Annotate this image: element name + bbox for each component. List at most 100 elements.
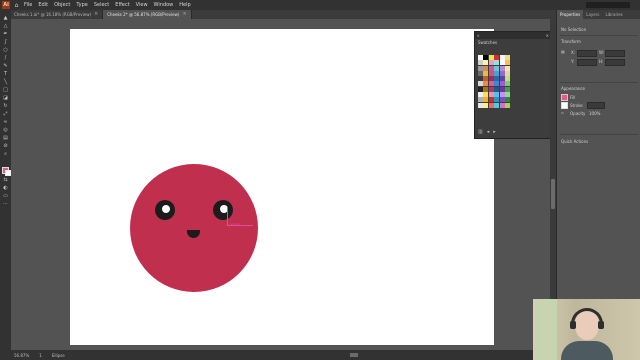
color-swatch[interactable]: [488, 60, 494, 66]
zoom-level[interactable]: 56.87%: [14, 353, 29, 358]
menu-view[interactable]: View: [136, 2, 148, 8]
color-swatch[interactable]: [483, 92, 489, 98]
direct-selection-tool-icon[interactable]: △: [2, 24, 9, 29]
color-swatch[interactable]: [483, 55, 489, 60]
next-icon[interactable]: ▸: [493, 129, 496, 135]
opacity-value[interactable]: 100%: [589, 111, 600, 116]
stroke-swatch[interactable]: [5, 170, 11, 176]
color-swatch[interactable]: [499, 65, 505, 71]
color-swatch[interactable]: [499, 102, 505, 108]
color-swatch[interactable]: [494, 55, 500, 60]
mouth[interactable]: [187, 230, 200, 238]
color-swatch[interactable]: [488, 92, 494, 98]
close-icon[interactable]: ×: [94, 10, 98, 19]
color-swatch[interactable]: [488, 76, 494, 82]
color-swatch[interactable]: [488, 102, 494, 108]
color-swatch[interactable]: [488, 70, 494, 76]
color-swatch[interactable]: [504, 65, 510, 71]
tab-properties[interactable]: Properties: [557, 10, 584, 19]
color-swatch[interactable]: [488, 97, 494, 103]
color-swatch[interactable]: [488, 65, 494, 71]
color-swatch[interactable]: [478, 81, 483, 87]
color-swatch[interactable]: [499, 92, 505, 98]
line-tool-icon[interactable]: ╲: [2, 80, 9, 85]
color-swatch[interactable]: [478, 92, 483, 98]
menu-object[interactable]: Object: [54, 2, 70, 8]
color-swatch[interactable]: [478, 65, 483, 71]
x-field[interactable]: [577, 50, 597, 57]
reference-point-icon[interactable]: ▦: [561, 49, 565, 54]
paintbrush-tool-icon[interactable]: /: [2, 56, 9, 61]
tab-cheeks-1[interactable]: Cheeks 1.ai* @ 16.18% (RGB/Preview) ×: [10, 10, 104, 19]
library-icon[interactable]: ▥: [478, 129, 483, 135]
color-swatch[interactable]: [504, 97, 510, 103]
search-field[interactable]: [586, 2, 630, 8]
color-swatch[interactable]: [499, 76, 505, 82]
color-swatch[interactable]: [478, 55, 483, 60]
curvature-tool-icon[interactable]: ∫: [2, 40, 9, 45]
shape-builder-tool-icon[interactable]: ◎: [2, 128, 9, 133]
menu-edit[interactable]: Edit: [38, 2, 48, 8]
color-swatch[interactable]: [494, 102, 500, 108]
rectangle-tool-icon[interactable]: □: [2, 88, 9, 93]
color-swatch[interactable]: [494, 81, 500, 87]
left-eye[interactable]: [155, 200, 175, 220]
tab-libraries[interactable]: Libraries: [602, 10, 625, 19]
swap-fill-stroke-icon[interactable]: ⇆: [2, 178, 9, 183]
prev-icon[interactable]: ◂: [487, 129, 490, 135]
drawing-modes-icon[interactable]: ◐: [2, 186, 9, 191]
artboard[interactable]: [70, 29, 494, 345]
color-swatch[interactable]: [483, 76, 489, 82]
screen-mode-icon[interactable]: ▭: [2, 194, 9, 199]
gradient-tool-icon[interactable]: ▤: [2, 136, 9, 141]
color-swatch[interactable]: [478, 76, 483, 82]
color-swatch[interactable]: [504, 102, 510, 108]
menu-help[interactable]: Help: [179, 2, 190, 8]
color-swatch[interactable]: [499, 86, 505, 92]
h-field[interactable]: [605, 59, 625, 66]
color-swatch[interactable]: [504, 86, 510, 92]
color-swatch[interactable]: [504, 60, 510, 66]
width-tool-icon[interactable]: ≈: [2, 120, 9, 125]
color-swatch[interactable]: [499, 60, 505, 66]
color-swatch[interactable]: [504, 70, 510, 76]
color-swatch[interactable]: [499, 55, 505, 60]
color-swatch[interactable]: [504, 55, 510, 60]
eyedropper-tool-icon[interactable]: ⊘: [2, 144, 9, 149]
color-swatch[interactable]: [494, 60, 500, 66]
tab-cheeks-2[interactable]: Cheeks 2* @ 56.87% (RGB/Preview) ×: [103, 10, 192, 19]
eraser-tool-icon[interactable]: ◪: [2, 96, 9, 101]
more-tools-icon[interactable]: ⋯: [2, 202, 9, 207]
tab-layers[interactable]: Layers: [583, 10, 602, 19]
color-swatch[interactable]: [478, 60, 483, 66]
color-swatch[interactable]: [488, 81, 494, 87]
close-icon[interactable]: ×: [546, 33, 549, 38]
selection-tool-icon[interactable]: ▲: [2, 16, 9, 21]
home-icon[interactable]: ⌂: [13, 2, 20, 9]
stroke-label[interactable]: Stroke: [570, 103, 583, 108]
ellipse-tool-icon[interactable]: ○: [2, 48, 9, 53]
color-swatch[interactable]: [494, 65, 500, 71]
color-swatch[interactable]: [478, 97, 483, 103]
horizontal-scroll-thumb[interactable]: [350, 353, 358, 357]
color-swatch[interactable]: [483, 65, 489, 71]
stroke-weight-field[interactable]: [587, 102, 605, 109]
color-swatch[interactable]: [483, 97, 489, 103]
color-swatch[interactable]: [504, 81, 510, 87]
menu-file[interactable]: File: [24, 2, 32, 8]
color-swatch[interactable]: [499, 70, 505, 76]
color-swatch[interactable]: [483, 70, 489, 76]
artboard-number[interactable]: 1: [39, 353, 42, 358]
stroke-swatch[interactable]: [561, 102, 568, 109]
color-swatch[interactable]: [483, 102, 489, 108]
pencil-tool-icon[interactable]: ✎: [2, 64, 9, 69]
close-icon[interactable]: ×: [182, 10, 186, 19]
menu-type[interactable]: Type: [76, 2, 87, 8]
color-swatch[interactable]: [494, 92, 500, 98]
color-swatch[interactable]: [483, 81, 489, 87]
color-swatch[interactable]: [483, 86, 489, 92]
opacity-label[interactable]: Opacity: [570, 111, 585, 116]
color-swatch[interactable]: [504, 92, 510, 98]
y-field[interactable]: [577, 59, 597, 66]
color-swatch[interactable]: [494, 76, 500, 82]
